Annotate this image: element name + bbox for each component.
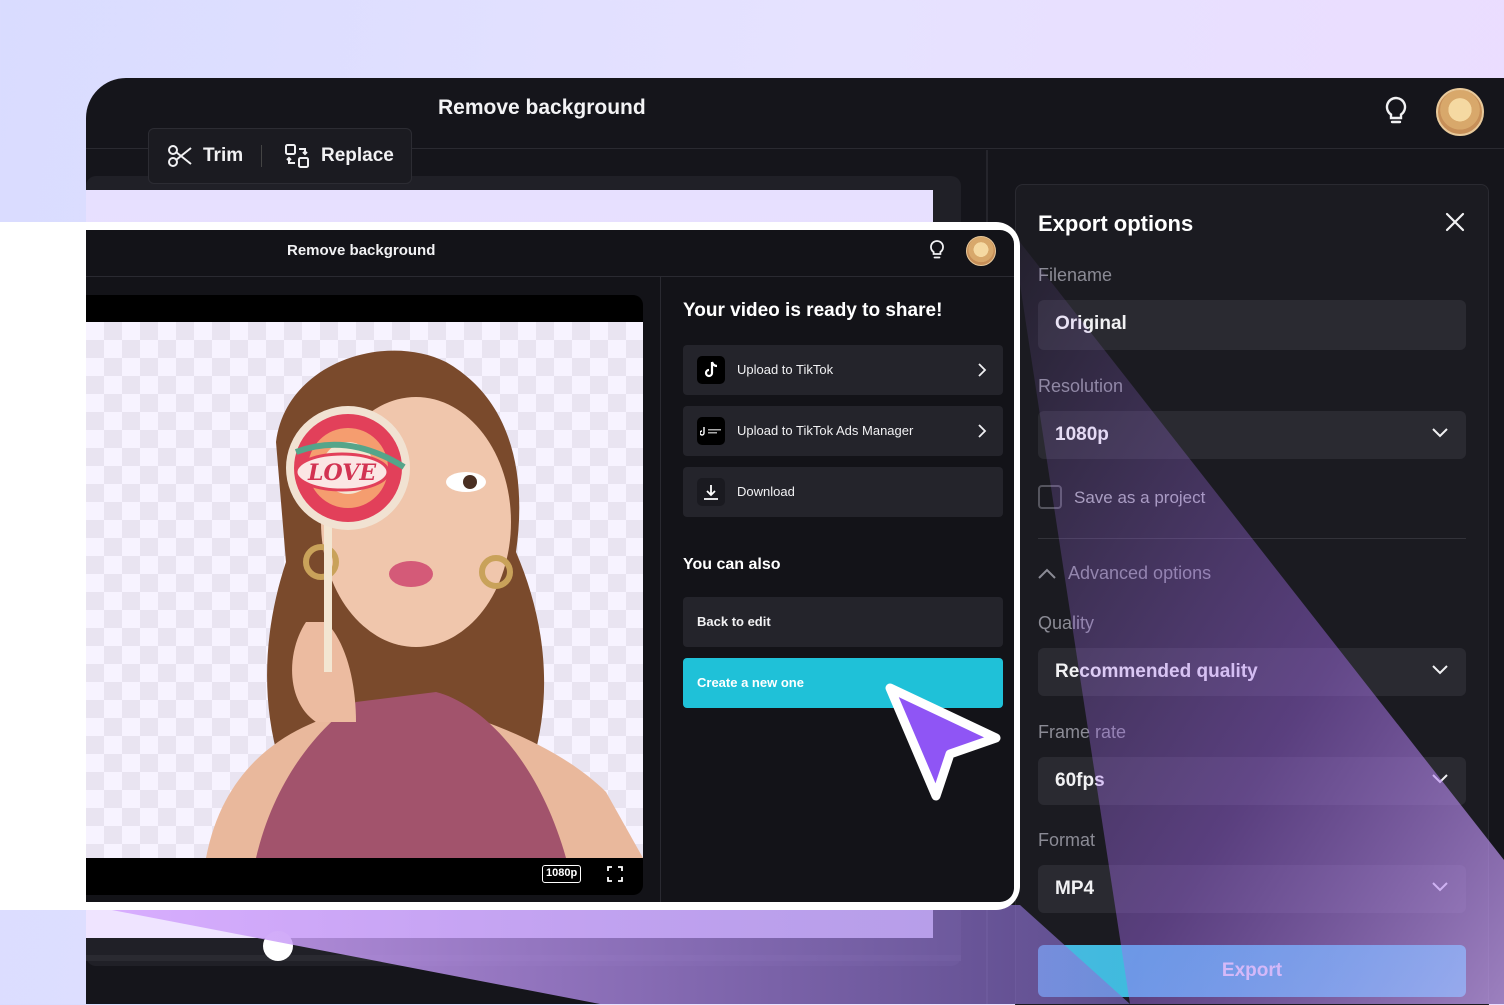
avatar[interactable] xyxy=(1436,88,1484,136)
edit-toolbar: Trim Replace xyxy=(148,128,412,184)
replace-button[interactable]: Replace xyxy=(283,129,394,183)
transparent-background-preview: LOVE xyxy=(86,322,643,858)
back-to-edit-button[interactable]: Back to edit xyxy=(683,597,1003,647)
export-label: Export xyxy=(1221,960,1283,981)
also-heading: You can also xyxy=(683,556,781,573)
resolution-badge: 1080p xyxy=(542,865,582,883)
tiktok-ads-icon xyxy=(697,417,725,445)
export-button[interactable]: Export xyxy=(1038,945,1466,997)
back-to-edit-label: Back to edit xyxy=(697,614,771,629)
format-label: Format xyxy=(1038,830,1096,850)
save-project-checkbox[interactable] xyxy=(1038,485,1062,509)
upload-tiktok-ads-label: Upload to TikTok Ads Manager xyxy=(737,423,914,438)
chevron-down-icon xyxy=(1432,882,1448,892)
chevron-right-icon xyxy=(978,363,987,377)
filename-label: Filename xyxy=(1038,265,1113,285)
create-new-label: Create a new one xyxy=(697,675,804,690)
replace-label: Replace xyxy=(321,145,394,166)
format-select[interactable]: MP4 xyxy=(1038,865,1466,913)
lightbulb-icon[interactable] xyxy=(928,239,946,261)
chevron-right-icon xyxy=(978,424,987,438)
tiktok-icon xyxy=(697,356,725,384)
share-dialog: Remove background LOVE 1080p Your video … xyxy=(86,230,1014,902)
scissors-icon xyxy=(168,145,192,167)
chevron-down-icon xyxy=(1432,774,1448,784)
trim-label: Trim xyxy=(203,145,244,166)
quality-select[interactable]: Recommended quality xyxy=(1038,648,1466,696)
timeline-scrollbar[interactable] xyxy=(86,955,961,961)
dialog-divider xyxy=(660,276,661,902)
subject-cutout-image: LOVE xyxy=(206,350,643,858)
quality-label: Quality xyxy=(1038,613,1095,633)
advanced-options-label: Advanced options xyxy=(1068,563,1212,583)
frame-rate-label: Frame rate xyxy=(1038,722,1127,742)
upload-tiktok-label: Upload to TikTok xyxy=(737,362,834,377)
replace-icon xyxy=(285,144,309,168)
format-value: MP4 xyxy=(1055,878,1095,899)
frame-rate-value: 60fps xyxy=(1055,770,1105,791)
page-title: Remove background xyxy=(438,96,646,119)
export-options-panel: Export options Filename Original Resolut… xyxy=(1015,184,1489,1005)
save-project-label: Save as a project xyxy=(1074,488,1206,507)
chevron-up-icon xyxy=(1038,568,1056,579)
upload-tiktok-button[interactable]: Upload to TikTok xyxy=(683,345,1003,395)
download-label: Download xyxy=(737,484,795,499)
divider xyxy=(1038,538,1466,539)
download-icon xyxy=(697,478,725,506)
quality-value: Recommended quality xyxy=(1055,661,1258,682)
svg-text:LOVE: LOVE xyxy=(307,460,377,486)
share-dialog-title: Remove background xyxy=(287,242,436,259)
advanced-options-toggle[interactable]: Advanced options xyxy=(1038,563,1211,584)
filename-input[interactable]: Original xyxy=(1038,300,1466,350)
resolution-label: Resolution xyxy=(1038,376,1124,396)
chevron-down-icon xyxy=(1432,665,1448,675)
resolution-value: 1080p xyxy=(1055,424,1109,445)
lightbulb-icon[interactable] xyxy=(1382,95,1410,127)
fullscreen-icon[interactable] xyxy=(607,866,623,882)
trim-button[interactable]: Trim xyxy=(167,129,243,183)
chevron-down-icon xyxy=(1432,428,1448,438)
close-icon[interactable] xyxy=(1444,211,1466,233)
export-panel-title: Export options xyxy=(1038,211,1194,236)
playback-control[interactable] xyxy=(263,931,293,961)
toolbar-divider xyxy=(261,145,262,167)
resolution-select[interactable]: 1080p xyxy=(1038,411,1466,459)
share-heading: Your video is ready to share! xyxy=(683,300,943,321)
download-button[interactable]: Download xyxy=(683,467,1003,517)
filename-value: Original xyxy=(1055,313,1127,334)
video-preview[interactable]: LOVE 1080p xyxy=(86,295,643,895)
avatar[interactable] xyxy=(966,236,996,266)
frame-rate-select[interactable]: 60fps xyxy=(1038,757,1466,805)
upload-tiktok-ads-button[interactable]: Upload to TikTok Ads Manager xyxy=(683,406,1003,456)
share-dialog-header: Remove background xyxy=(86,230,1014,277)
pointer-cursor-icon xyxy=(885,683,1001,801)
